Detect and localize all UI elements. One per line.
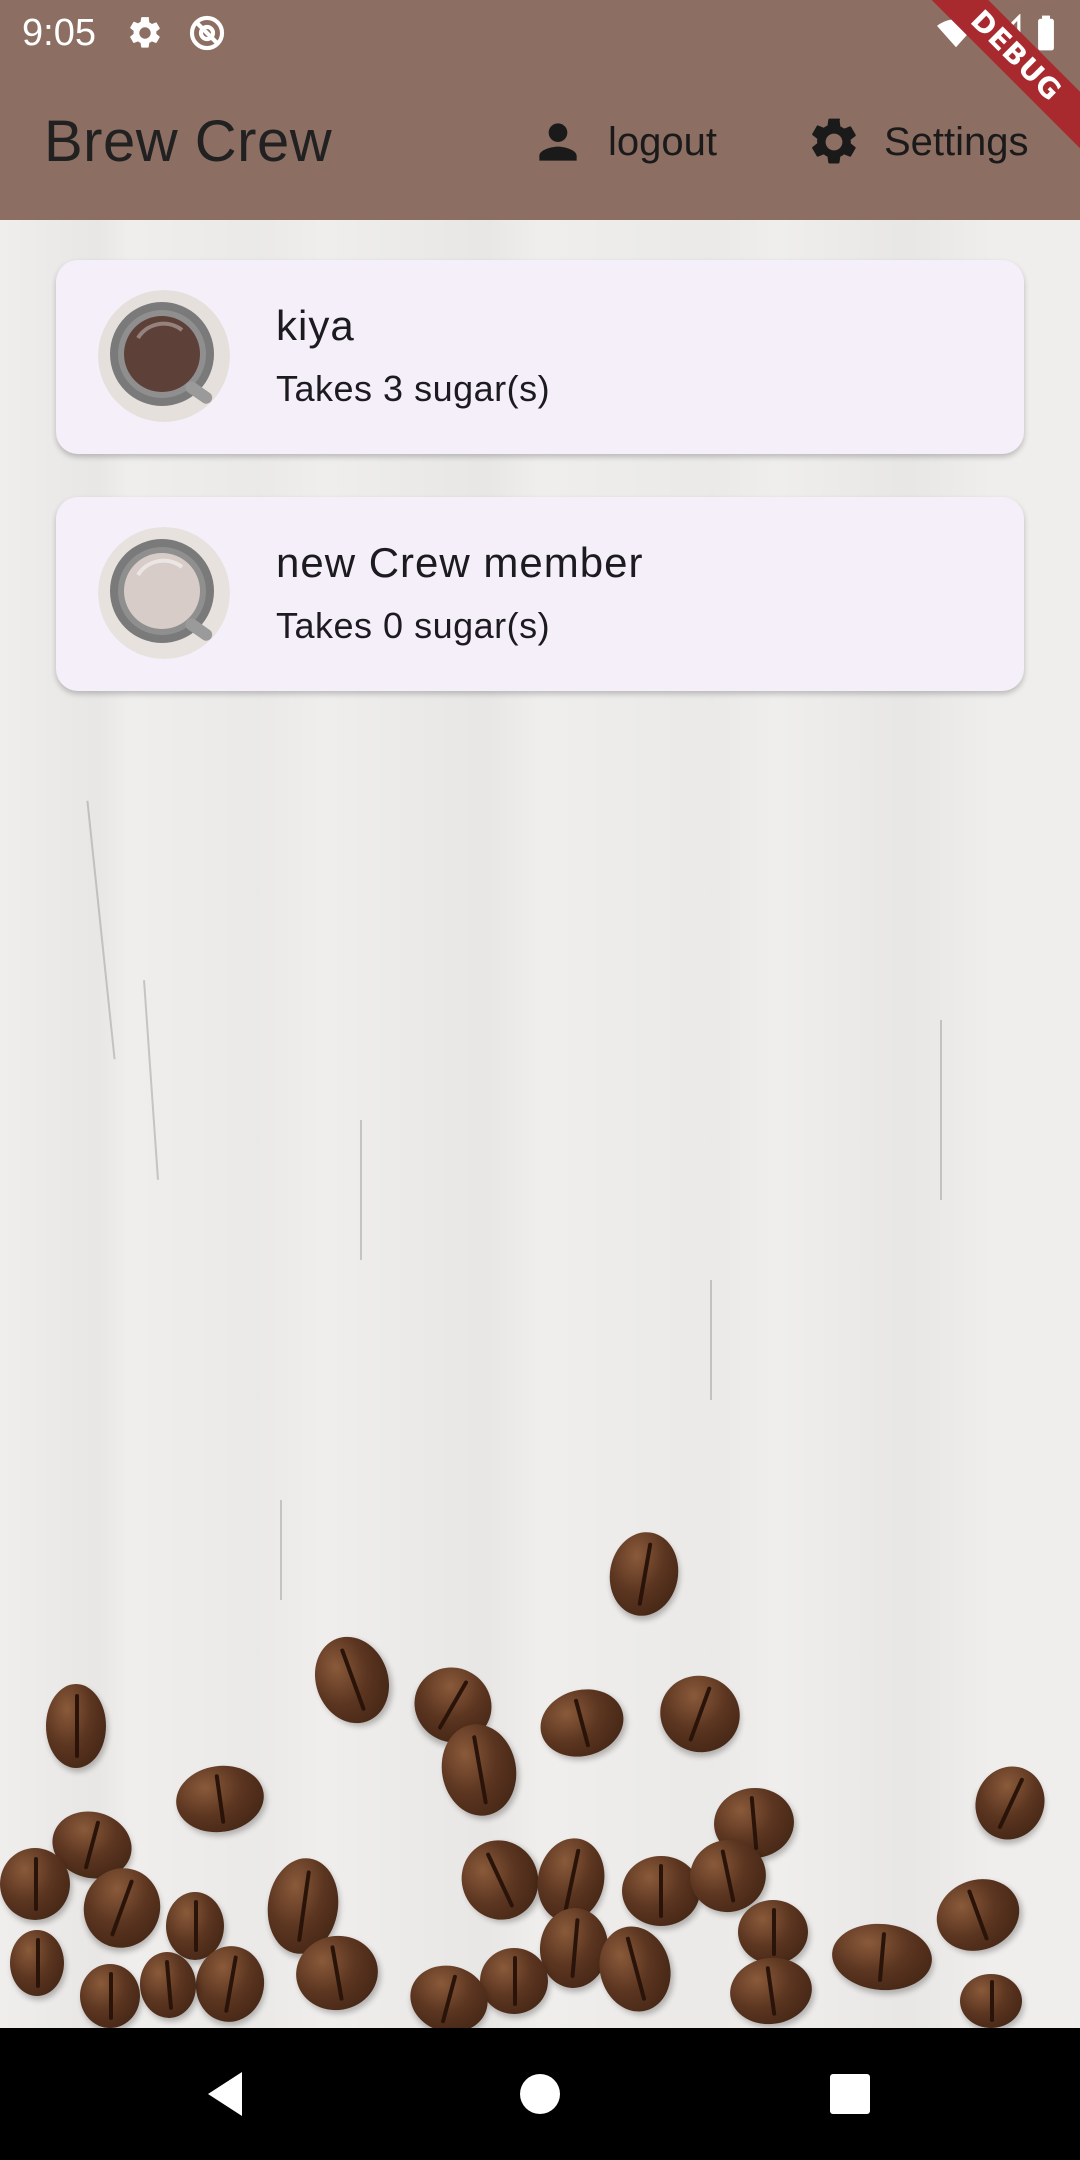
coffee-cup-icon — [98, 527, 230, 659]
coffee-bean — [622, 1856, 700, 1926]
brew-sugars: Takes 3 sugar(s) — [276, 368, 551, 409]
brew-name: new Crew member — [276, 539, 644, 586]
coffee-cup-icon — [98, 290, 230, 422]
battery-icon — [1034, 14, 1058, 52]
coffee-bean — [480, 1948, 548, 2014]
coffee-bean — [963, 1755, 1057, 1851]
coffee-bean — [738, 1900, 808, 1964]
app-title: Brew Crew — [44, 109, 333, 174]
coffee-bean — [603, 1526, 685, 1622]
coffee-bean — [80, 1964, 140, 2028]
coffee-bean — [926, 1867, 1030, 1963]
brew-tile-kiya[interactable]: kiya Takes 3 sugar(s) — [56, 260, 1024, 454]
coffee-bean — [137, 1949, 199, 2021]
system-navigation-bar — [0, 2028, 1080, 2160]
back-icon[interactable] — [196, 2064, 256, 2124]
logout-button[interactable]: logout — [530, 110, 717, 174]
settings-label: Settings — [884, 119, 1029, 164]
app-bar: Brew Crew logout Settings — [0, 66, 1080, 220]
coffee-bean — [960, 1974, 1022, 2028]
coffee-bean — [0, 1848, 70, 1920]
coffee-bean — [649, 1664, 751, 1764]
coffee-bean — [46, 1684, 106, 1768]
brew-sugars: Takes 0 sugar(s) — [276, 605, 551, 646]
wood-grain — [143, 980, 159, 1180]
wood-grain — [360, 1120, 362, 1260]
coffee-bean — [725, 1952, 817, 2028]
wood-grain — [710, 1280, 712, 1400]
wood-grain — [280, 1500, 282, 1600]
logout-label: logout — [608, 119, 717, 164]
coffee-bean — [532, 1680, 632, 1766]
settings-icon — [806, 114, 862, 170]
brew-name: kiya — [276, 302, 355, 349]
coffee-bean — [303, 1626, 401, 1734]
settings-button[interactable]: Settings — [806, 110, 1029, 174]
person-icon — [530, 114, 586, 170]
signal-icon — [984, 14, 1022, 52]
settings-gear-icon — [126, 14, 164, 52]
coffee-bean — [402, 1957, 496, 2028]
recents-icon[interactable] — [820, 2064, 880, 2124]
top-area: 9:05 Brew Crew logout Settings DEBUG — [0, 0, 1080, 220]
status-time: 9:05 — [22, 12, 96, 54]
home-icon[interactable] — [510, 2064, 570, 2124]
status-bar: 9:05 — [0, 0, 1080, 66]
wood-grain — [86, 800, 116, 1060]
coffee-bean — [171, 1760, 269, 1838]
brew-tile-new-crew-member[interactable]: new Crew member Takes 0 sugar(s) — [56, 497, 1024, 691]
coffee-bean — [10, 1930, 64, 1996]
coffee-bean — [448, 1827, 552, 1933]
brew-list-background: kiya Takes 3 sugar(s) new Crew member Ta… — [0, 220, 1080, 2028]
coffee-bean — [829, 1919, 935, 1995]
wood-grain — [940, 1020, 942, 1200]
wifi-icon — [936, 14, 976, 52]
at-sign-icon — [188, 14, 226, 52]
